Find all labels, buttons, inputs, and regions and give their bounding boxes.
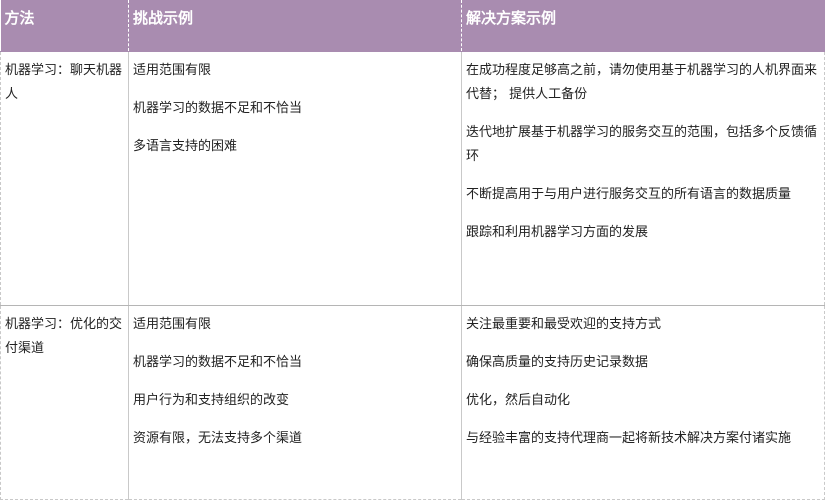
solution-item: 关注最重要和最受欢迎的支持方式 xyxy=(466,317,662,332)
approach-table: 方法 挑战示例 解决方案示例 机器学习：聊天机器人 适用范围有限 机器学习的数据… xyxy=(0,0,825,500)
challenge-item: 多语言支持的困难 xyxy=(133,139,238,154)
solution-item: 与经验丰富的支持代理商一起将新技术解决方案付诸实施 xyxy=(466,431,792,446)
header-method: 方法 xyxy=(0,0,129,52)
solution-item: 迭代地扩展基于机器学习的服务交互的范围，包括多个反馈循环 xyxy=(466,125,818,164)
challenges-cell: 适用范围有限 机器学习的数据不足和不恰当 多语言支持的困难 xyxy=(128,51,462,306)
header-solutions: 解决方案示例 xyxy=(461,0,825,52)
method-cell: 机器学习：聊天机器人 xyxy=(0,51,129,306)
method-cell: 机器学习：优化的交付渠道 xyxy=(0,305,129,500)
header-challenges: 挑战示例 xyxy=(128,0,462,52)
table-row: 机器学习：优化的交付渠道 适用范围有限 机器学习的数据不足和不恰当 用户行为和支… xyxy=(0,305,825,500)
solution-item: 确保高质量的支持历史记录数据 xyxy=(466,355,649,370)
header-row: 方法 挑战示例 解决方案示例 xyxy=(0,0,825,52)
challenge-item: 机器学习的数据不足和不恰当 xyxy=(133,101,303,116)
challenges-cell: 适用范围有限 机器学习的数据不足和不恰当 用户行为和支持组织的改变 资源有限，无… xyxy=(128,305,462,500)
solution-item: 不断提高用于与用户进行服务交互的所有语言的数据质量 xyxy=(466,187,792,202)
challenge-item: 资源有限，无法支持多个渠道 xyxy=(133,431,303,446)
table-row: 机器学习：聊天机器人 适用范围有限 机器学习的数据不足和不恰当 多语言支持的困难… xyxy=(0,51,825,306)
challenge-item: 机器学习的数据不足和不恰当 xyxy=(133,355,303,370)
challenge-item: 用户行为和支持组织的改变 xyxy=(133,393,290,408)
solutions-cell: 关注最重要和最受欢迎的支持方式 确保高质量的支持历史记录数据 优化，然后自动化 … xyxy=(461,305,825,500)
solutions-cell: 在成功程度足够高之前，请勿使用基于机器学习的人机界面来代替； 提供人工备份 迭代… xyxy=(461,51,825,306)
solution-item: 优化，然后自动化 xyxy=(466,393,571,408)
solution-item: 在成功程度足够高之前，请勿使用基于机器学习的人机界面来代替； 提供人工备份 xyxy=(466,63,818,102)
challenge-item: 适用范围有限 xyxy=(133,317,212,332)
challenge-item: 适用范围有限 xyxy=(133,63,212,78)
solution-item: 跟踪和利用机器学习方面的发展 xyxy=(466,225,649,240)
